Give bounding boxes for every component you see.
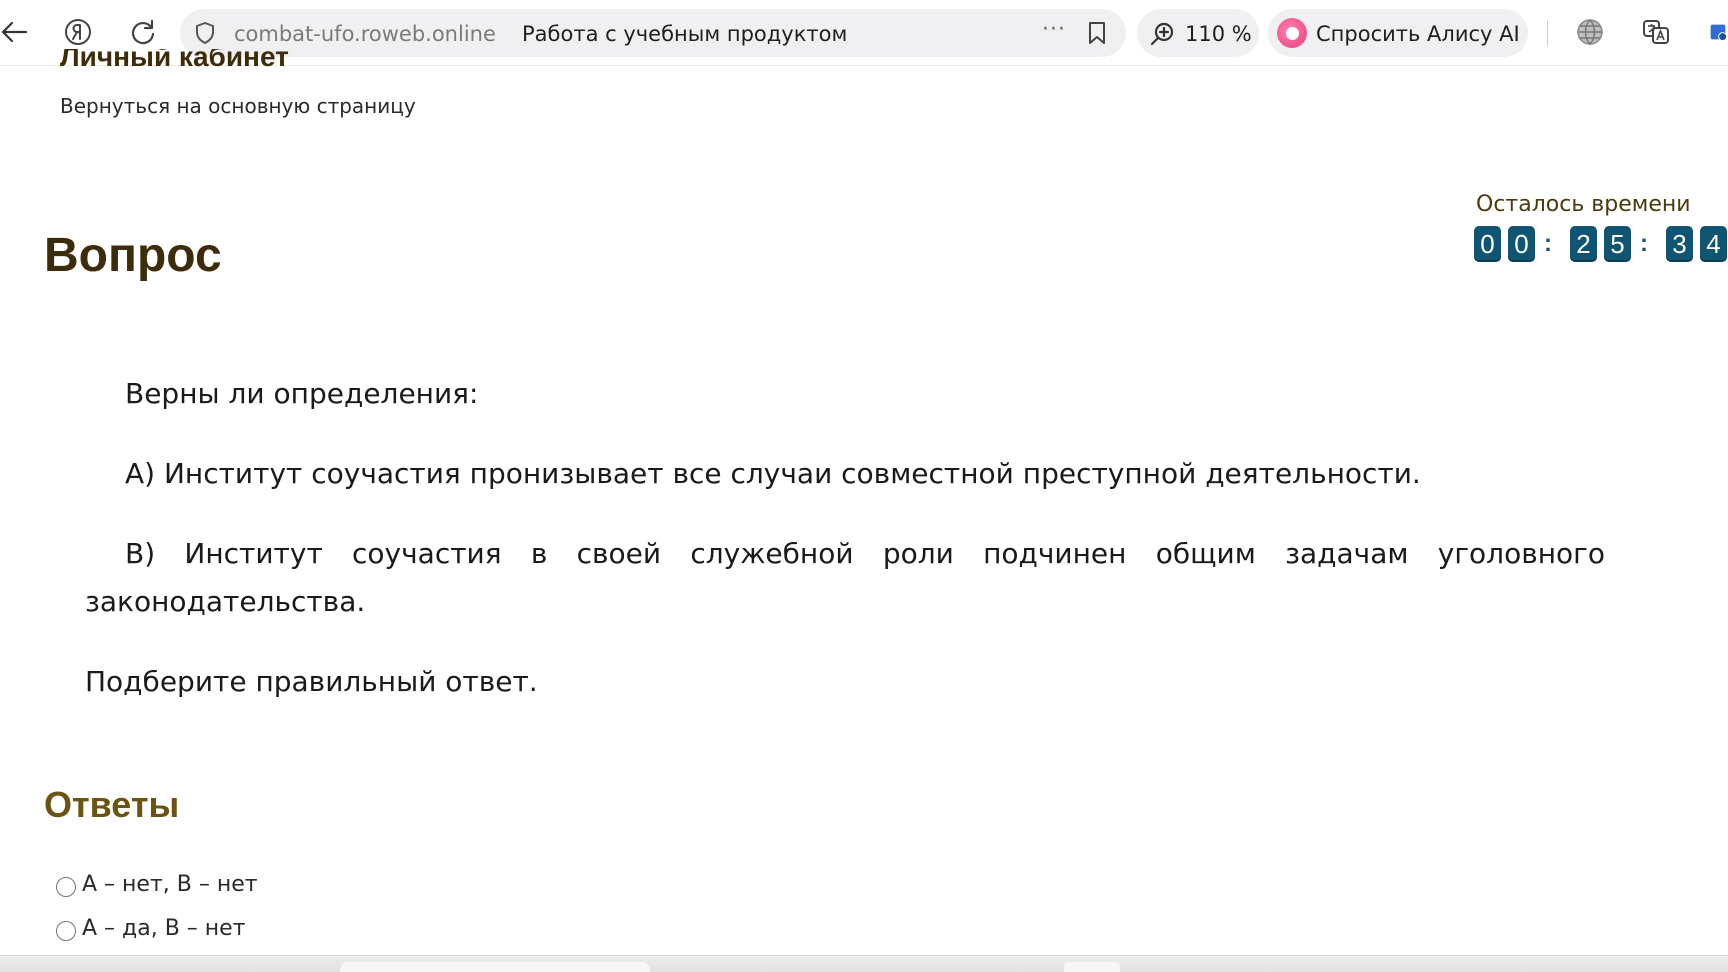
answer-label[interactable]: А – да, В – нет <box>82 916 246 941</box>
timer-digit-seconds-tens: 3 <box>1666 226 1693 262</box>
more-options-icon[interactable]: ··· <box>1042 17 1066 42</box>
taskbar-item[interactable] <box>1064 962 1120 972</box>
question-paragraph: Верны ли определения: <box>125 377 479 410</box>
globe-icon[interactable] <box>1572 14 1608 50</box>
extension-icon[interactable] <box>1708 14 1728 50</box>
timer-digit-minutes-ones: 5 <box>1604 226 1631 262</box>
answer-radio[interactable] <box>56 921 76 941</box>
zoom-level: 110 % <box>1185 22 1252 46</box>
address-domain[interactable]: combat-ufo.roweb.online <box>234 22 496 46</box>
answers-title: Ответы <box>44 784 180 825</box>
question-paragraph: В) Институт соучастия в своей служебной … <box>85 537 1605 618</box>
cabinet-title-clip: Личный кабинет <box>0 49 1728 68</box>
address-page-title[interactable]: Работа с учебным продуктом <box>522 22 847 46</box>
question-instruction: Подберите правильный ответ. <box>85 665 538 698</box>
timer-digit-hours-ones: 0 <box>1508 226 1535 262</box>
answer-option[interactable]: А – нет, В – нет <box>56 869 258 899</box>
timer-digit-seconds-ones: 4 <box>1700 226 1727 262</box>
timer-digit-hours-tens: 0 <box>1474 226 1501 262</box>
back-to-main-link[interactable]: Вернуться на основную страницу <box>60 94 416 118</box>
alice-icon <box>1277 18 1307 48</box>
question-title: Вопрос <box>44 229 222 282</box>
cabinet-title: Личный кабинет <box>60 49 289 68</box>
taskbar-item[interactable] <box>340 962 650 972</box>
toolbar-divider <box>1547 20 1548 46</box>
timer-separator: : <box>1544 230 1552 257</box>
shield-icon[interactable] <box>194 21 216 49</box>
answer-label[interactable]: А – нет, В – нет <box>82 872 258 897</box>
timer-label: Осталось времени <box>1476 192 1691 217</box>
back-arrow-icon[interactable] <box>0 14 32 50</box>
zoom-icon <box>1149 20 1177 52</box>
question-paragraph: А) Институт соучастия пронизывает все сл… <box>125 457 1421 490</box>
yandex-icon[interactable] <box>60 14 96 50</box>
taskbar-strip <box>0 955 1728 972</box>
reload-icon[interactable] <box>125 14 161 50</box>
answer-option[interactable]: А – да, В – нет <box>56 913 246 943</box>
timer-separator: : <box>1640 230 1648 257</box>
ask-alice-label: Спросить Алису AI <box>1316 22 1520 46</box>
bookmark-icon[interactable] <box>1086 20 1108 50</box>
answer-radio[interactable] <box>56 877 76 897</box>
timer-digit-minutes-tens: 2 <box>1570 226 1597 262</box>
translate-icon[interactable] <box>1638 14 1674 50</box>
